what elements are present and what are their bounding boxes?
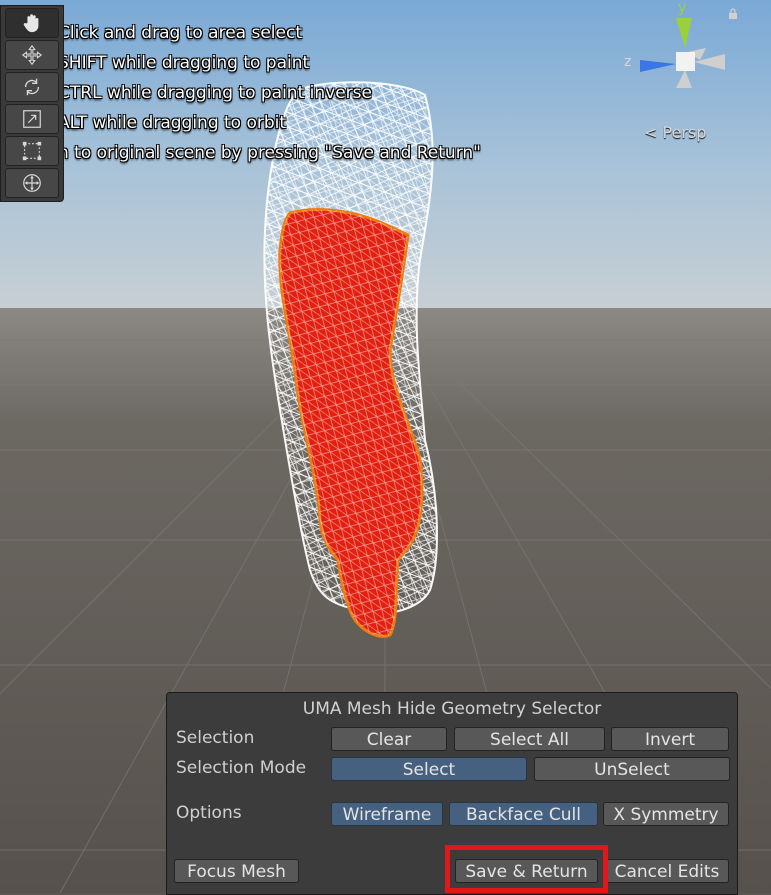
select-mode-button[interactable]: Select <box>331 757 527 781</box>
scale-tool-button[interactable] <box>5 104 59 134</box>
hand-icon <box>23 14 39 33</box>
hint-alt-orbit: ALT while dragging to orbit <box>58 113 287 133</box>
save-return-highlight <box>445 845 608 893</box>
lock-icon[interactable] <box>727 8 739 20</box>
hint-shift-paint: SHIFT while dragging to paint <box>58 53 310 73</box>
gizmo-y-label: y <box>678 0 686 16</box>
hint-save-return: n to original scene by pressing "Save an… <box>58 143 481 163</box>
wireframe-toggle[interactable]: Wireframe <box>331 802 443 826</box>
gizmo-z-label: z <box>624 54 631 70</box>
unselect-mode-button[interactable]: UnSelect <box>534 757 730 781</box>
focus-mesh-button[interactable]: Focus Mesh <box>174 859 299 883</box>
hint-ctrl-paint-inverse: CTRL while dragging to paint inverse <box>58 83 372 103</box>
gizmo-y-axis[interactable] <box>676 18 692 48</box>
clear-button[interactable]: Clear <box>331 727 447 751</box>
hand-tool-button[interactable] <box>5 8 59 38</box>
gizmo-neg-y-axis[interactable] <box>676 70 692 88</box>
transform-icon <box>23 174 41 192</box>
rotate-tool-button[interactable] <box>5 72 59 102</box>
perspective-toggle[interactable]: < Persp <box>644 123 706 142</box>
tool-palette <box>0 5 64 202</box>
hint-area-select: Click and drag to area select <box>58 23 302 43</box>
move-tool-button[interactable] <box>5 40 59 70</box>
move-icon <box>21 44 43 66</box>
x-symmetry-toggle[interactable]: X Symmetry <box>603 802 729 826</box>
options-label: Options <box>176 803 242 823</box>
select-all-button[interactable]: Select All <box>454 727 605 751</box>
rect-icon <box>22 141 42 161</box>
selection-label: Selection <box>176 728 255 748</box>
panel-title: UMA Mesh Hide Geometry Selector <box>302 699 602 719</box>
gizmo-center-cube[interactable] <box>676 52 695 71</box>
transform-tool-button[interactable] <box>5 168 59 198</box>
gizmo-z-axis[interactable] <box>640 60 676 72</box>
cancel-edits-button[interactable]: Cancel Edits <box>605 859 729 883</box>
rotate-icon <box>24 78 40 96</box>
invert-button[interactable]: Invert <box>611 727 729 751</box>
selection-mode-label: Selection Mode <box>176 758 307 778</box>
backface-cull-toggle[interactable]: Backface Cull <box>449 802 598 826</box>
scale-icon <box>23 110 41 128</box>
rect-tool-button[interactable] <box>5 136 59 166</box>
